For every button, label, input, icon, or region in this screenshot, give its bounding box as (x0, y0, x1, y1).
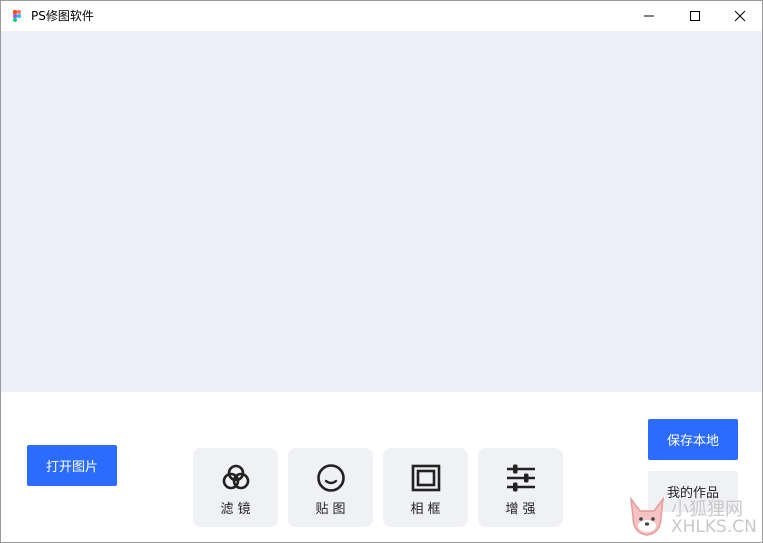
tool-frame-button[interactable]: 相框 (383, 448, 468, 527)
save-local-button[interactable]: 保存本地 (648, 419, 738, 460)
maximize-button[interactable] (672, 1, 718, 31)
tool-sticker-button[interactable]: 贴图 (288, 448, 373, 527)
app-logo-icon (13, 10, 21, 22)
close-icon (734, 10, 746, 22)
window-title: PS修图软件 (31, 9, 94, 23)
watermark: 小狐狸网 XHLKS.CN (623, 495, 761, 541)
sticker-smiley-icon (317, 464, 345, 492)
close-button[interactable] (717, 1, 763, 31)
image-canvas[interactable] (1, 31, 762, 392)
title-bar: PS修图软件 (1, 1, 762, 31)
tool-enhance-button[interactable]: 增强 (478, 448, 563, 527)
watermark-subtext: XHLKS.CN (671, 517, 757, 537)
maximize-icon (690, 11, 700, 21)
tool-sticker-label: 贴图 (315, 502, 350, 517)
minimize-button[interactable] (626, 1, 672, 31)
fox-logo-icon (629, 496, 665, 536)
tool-filter-label: 滤镜 (220, 502, 255, 517)
filter-circles-icon (222, 464, 250, 490)
open-image-button[interactable]: 打开图片 (27, 445, 117, 486)
minimize-icon (644, 15, 654, 17)
app-window: PS修图软件 打开图片 滤镜 贴图 相框 增强 保存本地 我的作品 小狐狸网 X… (0, 0, 763, 543)
sliders-icon (507, 464, 535, 492)
photo-frame-icon (411, 464, 441, 492)
tool-enhance-label: 增强 (505, 502, 540, 517)
tool-filter-button[interactable]: 滤镜 (193, 448, 278, 527)
tool-frame-label: 相框 (410, 502, 445, 517)
